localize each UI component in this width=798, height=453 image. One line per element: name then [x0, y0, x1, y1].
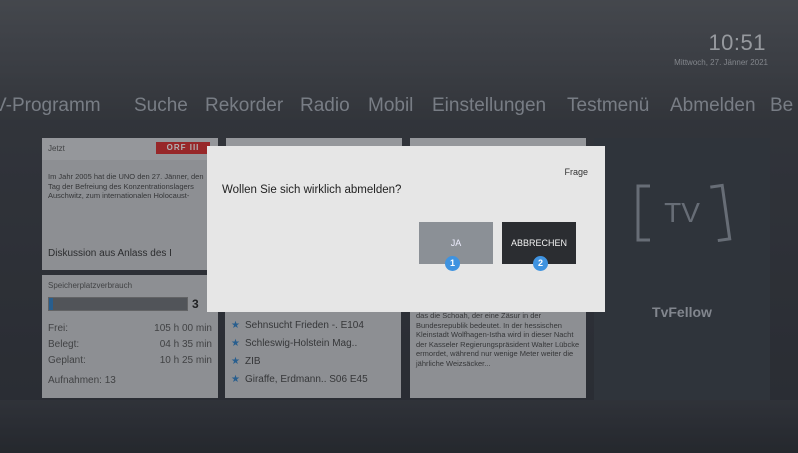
tv-screen: 10:51 Mittwoch, 27. Jänner 2021 V-Progra…: [0, 0, 798, 453]
cancel-button-label: ABBRECHEN: [510, 238, 567, 248]
yes-button-label: JA: [450, 238, 462, 248]
yes-button[interactable]: JA 1: [419, 222, 493, 271]
yes-shortcut-badge: 1: [445, 256, 460, 271]
logout-dialog: Frage Wollen Sie sich wirklich abmelden?…: [207, 146, 605, 312]
dialog-title: Frage: [564, 167, 588, 177]
cancel-button[interactable]: ABBRECHEN 2: [502, 222, 576, 271]
dialog-question: Wollen Sie sich wirklich abmelden?: [222, 184, 402, 196]
cancel-shortcut-badge: 2: [533, 256, 548, 271]
